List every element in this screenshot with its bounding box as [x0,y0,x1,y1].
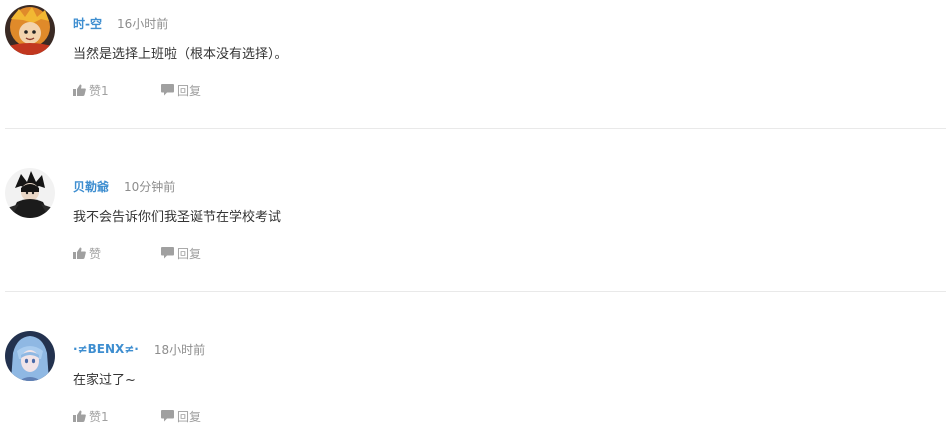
avatar[interactable] [5,168,55,218]
thumbs-up-icon [73,84,86,96]
speech-bubble-icon [161,410,174,422]
comment-meta: ·≠BENX≠· 18小时前 [73,341,205,357]
like-count: 赞1 [89,409,109,424]
like-button[interactable]: 赞1 [73,82,161,99]
divider [5,291,946,292]
speech-bubble-icon [161,84,174,96]
reply-label: 回复 [177,409,202,424]
comment-meta: 时-空 16小时前 [73,15,168,31]
comment-meta: 贝勒爺 10分钟前 [73,178,175,194]
reply-label: 回复 [177,83,202,98]
comment-item: 时-空 16小时前 当然是选择上班啦（根本没有选择）。 赞1 回复 [0,0,946,128]
timestamp: 10分钟前 [124,179,176,194]
divider [5,128,946,129]
comment-list: 时-空 16小时前 当然是选择上班啦（根本没有选择）。 赞1 回复 贝勒爺 10… [0,0,946,426]
reply-label: 回复 [177,246,202,261]
comment-actions: 赞1 回复 [73,408,201,424]
username[interactable]: 贝勒爺 [73,178,109,195]
reply-button[interactable]: 回复 [161,408,201,425]
comment-text: 当然是选择上班啦（根本没有选择）。 [73,47,288,62]
comment-actions: 赞 回复 [73,245,201,261]
comment-actions: 赞1 回复 [73,82,201,98]
username[interactable]: 时-空 [73,15,102,32]
reply-button[interactable]: 回复 [161,245,201,262]
comment-item: 贝勒爺 10分钟前 我不会告诉你们我圣诞节在学校考试 赞 回复 [0,163,946,291]
like-count: 赞 [89,246,102,261]
thumbs-up-icon [73,410,86,422]
thumbs-up-icon [73,247,86,259]
comment-text: 在家过了~ [73,373,136,388]
like-button[interactable]: 赞 [73,245,161,262]
comment-text: 我不会告诉你们我圣诞节在学校考试 [73,210,282,225]
reply-button[interactable]: 回复 [161,82,201,99]
timestamp: 18小时前 [153,342,206,357]
comment-item: ·≠BENX≠· 18小时前 在家过了~ 赞1 回复 [0,326,946,426]
timestamp: 16小时前 [116,16,169,31]
avatar[interactable] [5,331,55,381]
username[interactable]: ·≠BENX≠· [73,342,139,356]
speech-bubble-icon [161,247,174,259]
like-button[interactable]: 赞1 [73,408,161,425]
avatar[interactable] [5,5,55,55]
like-count: 赞1 [89,83,109,98]
